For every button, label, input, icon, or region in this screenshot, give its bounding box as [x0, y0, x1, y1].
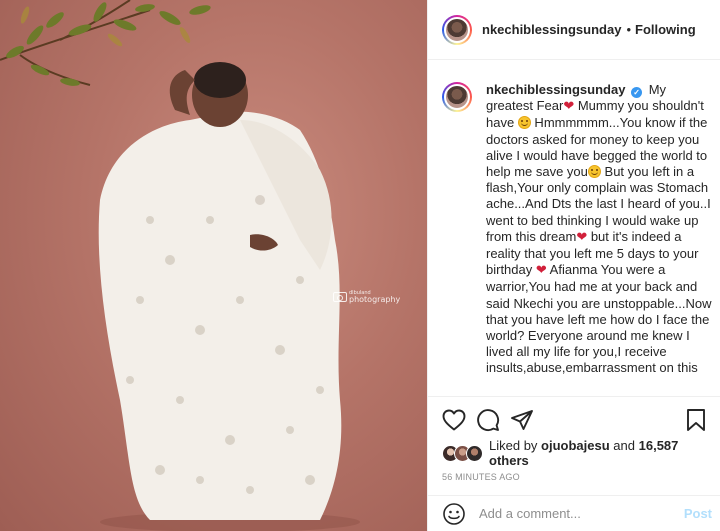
watermark-brand: photography [349, 295, 401, 304]
likes-summary: Liked by ojuobajesu and 16,587 others [442, 438, 706, 468]
photographer-watermark: dlbuland photography [333, 290, 400, 304]
camera-icon [333, 292, 347, 302]
share-paper-plane-icon[interactable] [510, 407, 538, 433]
add-comment-input[interactable] [479, 506, 684, 521]
post-timestamp[interactable]: 56 MINUTES AGO [442, 472, 706, 482]
caption-text-6: Afianma You were a warrior,You had me at… [486, 262, 712, 376]
smiling-face-emoji-icon [517, 116, 531, 130]
liker-avatar [466, 444, 483, 462]
red-heart-emoji-icon: ❤ [563, 99, 575, 115]
verified-badge-icon: ✓ [631, 87, 643, 98]
smiling-face-emoji-icon [587, 165, 601, 179]
action-icons-row [442, 407, 706, 433]
post-caption: nkechiblessingsunday ✓ My greatest Fear❤… [486, 82, 712, 396]
author-avatar[interactable] [442, 14, 472, 45]
comment-bar: Post [428, 495, 720, 531]
liker-avatars [442, 444, 483, 462]
caption-author-avatar[interactable] [442, 82, 472, 112]
post-header: nkechiblessingsunday • Following [428, 0, 720, 60]
author-username-link[interactable]: nkechiblessingsunday [482, 22, 621, 37]
like-heart-icon[interactable] [442, 407, 470, 433]
post-photo[interactable]: dlbuland photography [0, 0, 427, 531]
caption-section: nkechiblessingsunday ✓ My greatest Fear❤… [428, 61, 720, 396]
post-comment-button[interactable]: Post [684, 506, 712, 521]
post-side-panel: nkechiblessingsunday • Following nkechib… [427, 0, 720, 531]
woman-in-white-lace-gown-figure [98, 62, 360, 531]
separator-dot: • [626, 22, 631, 37]
liked-by-label: Liked by [489, 438, 538, 453]
emoji-picker-icon[interactable] [442, 502, 466, 526]
save-bookmark-icon[interactable] [678, 407, 706, 433]
red-heart-emoji-icon: ❤ [535, 263, 547, 279]
post-actions: Liked by ojuobajesu and 16,587 others 56… [428, 396, 720, 482]
liked-by-user-link[interactable]: ojuobajesu [541, 438, 610, 453]
and-label: and [613, 438, 635, 453]
following-button[interactable]: Following [635, 22, 696, 37]
comment-bubble-icon[interactable] [476, 407, 504, 433]
likes-text: Liked by ojuobajesu and 16,587 others [489, 438, 706, 468]
caption-username-link[interactable]: nkechiblessingsunday [486, 82, 625, 97]
red-heart-emoji-icon: ❤ [576, 229, 588, 245]
